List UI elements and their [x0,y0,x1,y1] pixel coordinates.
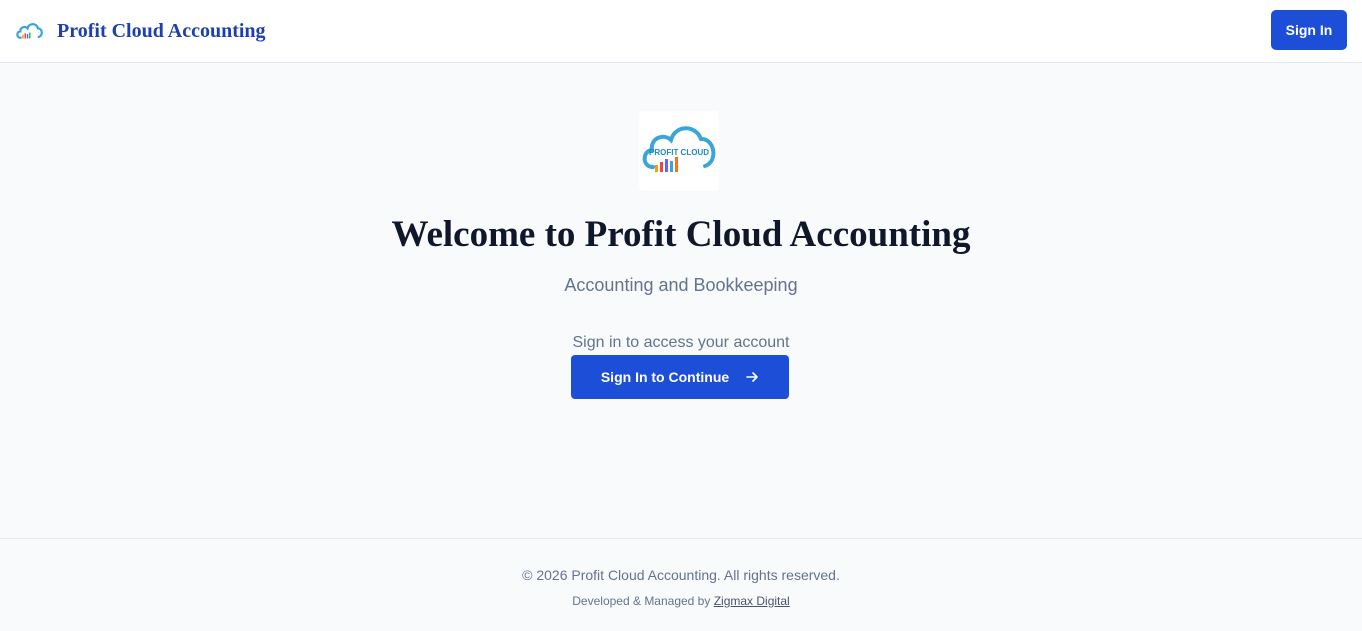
continue-button-label: Sign In to Continue [600,369,730,385]
arrow-right-icon [746,372,758,382]
footer: © 2026 Profit Cloud Accounting. All righ… [0,538,1362,631]
profit-cloud-logo-icon [16,23,43,39]
page-title: Welcome to Profit Cloud Accounting [391,214,971,255]
profit-cloud-logo-icon: PROFIT CLOUD [642,126,716,172]
brand-name: Profit Cloud Accounting [57,19,266,42]
copyright-text: © 2026 Profit Cloud Accounting. All righ… [522,567,840,583]
sign-in-button[interactable]: Sign In [1271,10,1347,50]
credit-prefix: Developed & Managed by [572,594,714,608]
top-navbar: Profit Cloud Accounting Sign In [0,0,1362,63]
page-subtitle: Accounting and Bookkeeping [564,275,798,295]
logo-text: PROFIT CLOUD [649,148,709,157]
signin-prompt: Sign in to access your account [572,334,790,351]
developer-credit: Developed & Managed by Zigmax Digital [0,594,1362,608]
hero-logo: PROFIT CLOUD [639,111,719,191]
brand[interactable]: Profit Cloud Accounting [14,14,266,48]
developer-link[interactable]: Zigmax Digital [714,594,790,608]
sign-in-continue-button[interactable]: Sign In to Continue [571,355,789,399]
